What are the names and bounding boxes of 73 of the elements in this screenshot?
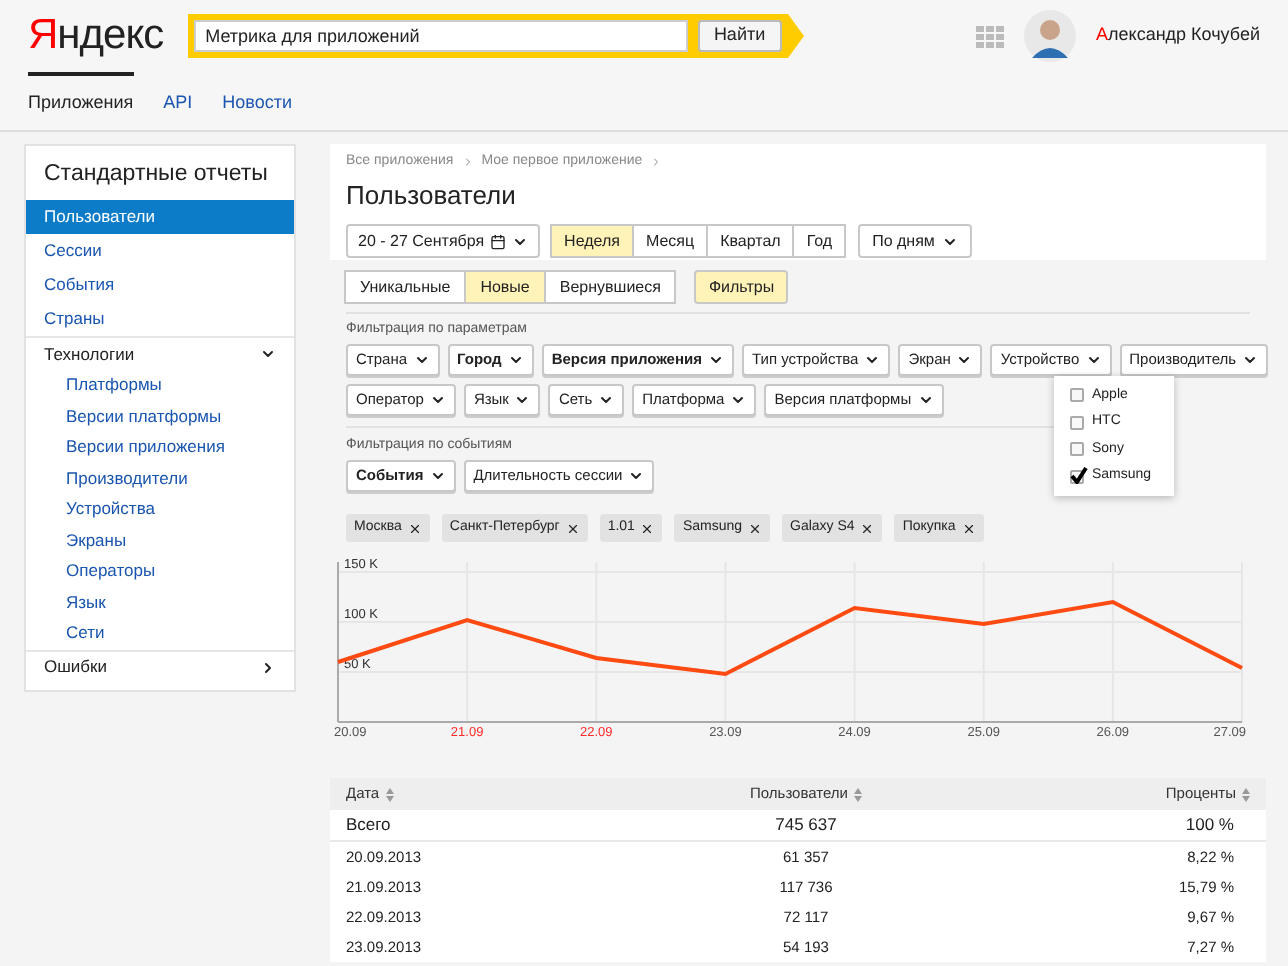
avatar[interactable] (1024, 10, 1077, 62)
user-type-tab[interactable]: Новые (464, 270, 546, 304)
period-tab[interactable]: Год (792, 224, 847, 258)
sidebar-subitem[interactable]: Операторы (26, 556, 294, 587)
sidebar-subitem[interactable]: Сети (26, 618, 294, 649)
close-icon[interactable] (565, 521, 580, 535)
close-icon[interactable] (860, 521, 875, 535)
caret-icon (628, 468, 645, 484)
period-tab[interactable]: Месяц (631, 224, 709, 258)
nav-tab[interactable]: Приложения (28, 72, 134, 117)
sidebar-subitem[interactable]: Платформы (26, 370, 294, 401)
checkbox[interactable] (1070, 442, 1084, 457)
user-type-tab[interactable]: Уникальные (344, 270, 467, 304)
sidebar-subitem[interactable]: Устройства (26, 494, 294, 525)
chevron-icon (260, 659, 276, 675)
chevron-icon (461, 156, 474, 169)
close-icon[interactable] (640, 521, 655, 535)
caret-icon (429, 392, 446, 408)
sidebar-item[interactable]: Страны (26, 302, 294, 336)
caret-icon (1242, 352, 1259, 368)
checkbox[interactable] (1070, 388, 1084, 403)
search-button[interactable]: Найти (697, 20, 782, 52)
period-tab[interactable]: Неделя (550, 224, 634, 258)
sidebar-subitem[interactable]: Экраны (26, 525, 294, 556)
caret-icon (864, 352, 881, 368)
sort-icon (1242, 787, 1250, 801)
close-icon[interactable] (407, 521, 422, 535)
table-cell-text: 745 637 (773, 812, 839, 838)
user-name[interactable]: Александр Кочубей (1096, 22, 1260, 50)
sidebar-item[interactable]: Технологии (26, 336, 294, 370)
close-icon[interactable] (748, 521, 763, 535)
sidebar-item[interactable]: Пользователи (26, 200, 294, 234)
caret-icon (917, 392, 934, 408)
sort-icon (853, 787, 862, 801)
caret-icon (429, 468, 446, 484)
table-cell-text: 100 % (1183, 812, 1236, 838)
period-tab[interactable]: Квартал (706, 224, 795, 258)
caret-icon (260, 346, 276, 362)
user-type-tab[interactable]: Вернувшиеся (543, 270, 677, 304)
calendar-icon (490, 233, 507, 249)
date-range-picker[interactable]: 20 - 27 Сентября (346, 224, 541, 258)
sort-icon (385, 787, 394, 801)
caret-icon (598, 392, 615, 408)
close-icon[interactable] (961, 521, 976, 535)
caret-icon (413, 352, 430, 368)
caret-icon (956, 352, 973, 368)
sidebar-subitem[interactable]: Версии приложения (26, 432, 294, 463)
nav-tab[interactable]: Новости (222, 72, 293, 117)
sidebar-subitem[interactable]: Версии платформы (26, 401, 294, 432)
sidebar-subitem[interactable]: Язык (26, 587, 294, 618)
caret-icon (507, 352, 524, 368)
grouping-dropdown[interactable]: По дням (858, 224, 973, 258)
caret-icon (730, 392, 747, 408)
page-title: Пользователи (346, 177, 518, 213)
nav-tab[interactable]: API (163, 72, 193, 117)
sidebar-title: Стандартные отчеты (42, 160, 270, 191)
sidebar-item[interactable]: Сессии (26, 234, 294, 268)
sidebar-subitem[interactable]: Производители (26, 463, 294, 494)
caret-icon (512, 233, 529, 249)
checkbox[interactable] (1070, 415, 1084, 430)
chevron-icon (650, 156, 663, 169)
filters-button[interactable]: Фильтры (694, 270, 789, 304)
checkmark-icon (1070, 465, 1088, 484)
caret-icon (942, 233, 959, 249)
caret-icon (1085, 352, 1102, 368)
sidebar-item[interactable]: Ошибки (26, 649, 294, 683)
caret-icon (708, 352, 724, 368)
table-cell-text: Всего (346, 812, 393, 838)
sidebar-item[interactable]: События (26, 268, 294, 302)
logo[interactable]: Яндекс (28, 12, 164, 60)
checkbox[interactable] (1070, 469, 1084, 484)
search-field[interactable]: Метрика для приложений (193, 20, 688, 52)
caret-icon (514, 392, 531, 408)
